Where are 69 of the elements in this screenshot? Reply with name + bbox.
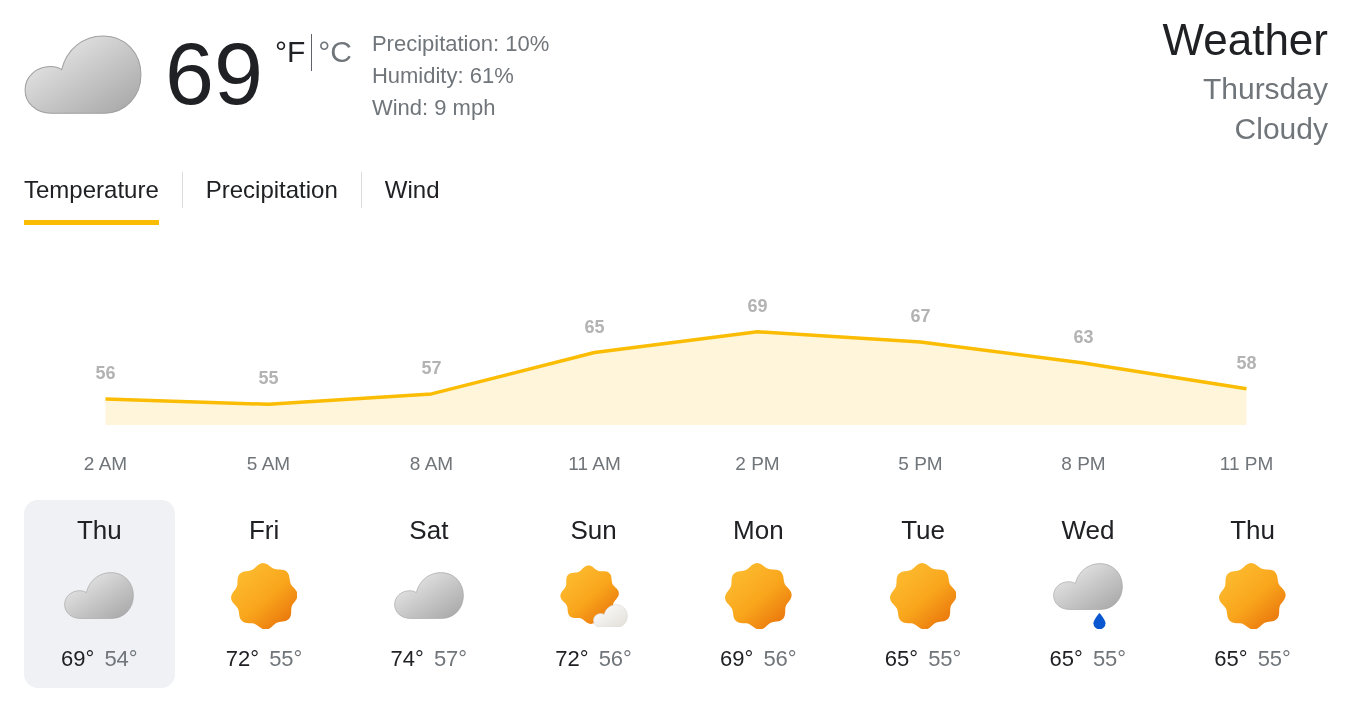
cloud-raindrop-icon [1052, 562, 1123, 630]
high-temp: 65° [1214, 645, 1248, 673]
time-label: 5 AM [246, 453, 291, 474]
unit-toggle[interactable]: °C [318, 34, 352, 70]
day-name: Sun [570, 514, 617, 546]
time-label: 8 PM [1061, 453, 1106, 474]
weather-detail: Wind: 9 mph [371, 94, 497, 122]
time-label: 2 AM [83, 453, 128, 474]
time-label: 8 AM [409, 453, 454, 474]
low-temp: 56° [598, 645, 632, 673]
time-label: 11 PM [1219, 453, 1274, 474]
value-label: 67 [910, 306, 931, 327]
day-name: Fri [248, 514, 280, 546]
day-name: Thu [1230, 514, 1276, 546]
day-name: Thu [76, 514, 122, 546]
day-name: Mon [733, 514, 784, 546]
day-card[interactable]: Thu 65° 55° [1177, 500, 1328, 688]
sun-icon [889, 562, 957, 630]
condition-label: Cloudy [1234, 111, 1328, 147]
sun-icon [725, 562, 792, 630]
low-temp: 57° [433, 645, 468, 673]
high-temp: 74° [390, 645, 424, 673]
value-label: 57 [421, 357, 442, 378]
low-temp: 55° [269, 645, 303, 673]
high-temp: 72° [555, 645, 589, 673]
value-label: 56 [95, 363, 116, 384]
day-name: Sat [409, 514, 449, 546]
day-card[interactable]: Sat 74° 57° [353, 500, 505, 688]
time-label: 5 PM [898, 453, 943, 474]
value-label: 58 [1236, 352, 1257, 373]
value-label: 63 [1073, 326, 1094, 347]
tab[interactable]: Precipitation [205, 174, 338, 225]
weather-detail: Precipitation: 10% [371, 30, 550, 58]
tab[interactable]: Temperature [24, 174, 159, 225]
unit-toggle[interactable]: °F [274, 34, 306, 70]
high-temp: 65° [884, 645, 919, 673]
high-temp: 65° [1049, 645, 1083, 673]
value-label: 55 [258, 368, 279, 389]
cloud-icon [64, 572, 135, 620]
time-label: 11 AM [568, 453, 621, 474]
time-label: 2 PM [735, 453, 780, 474]
high-temp: 72° [225, 645, 260, 673]
day-card[interactable]: Fri 72° 55° [188, 500, 340, 688]
low-temp: 55° [1092, 645, 1127, 673]
high-temp: 69° [61, 645, 95, 673]
value-label: 65 [584, 316, 605, 337]
day-label: Thursday [1202, 71, 1328, 107]
day-card[interactable]: Mon 69° 56° [683, 500, 834, 688]
widget-title: Weather [1162, 14, 1328, 66]
sun-icon [1219, 562, 1286, 630]
day-card[interactable]: Tue 65° 55° [847, 500, 999, 688]
value-label: 69 [747, 295, 768, 316]
day-name: Tue [901, 514, 946, 546]
low-temp: 55° [1257, 645, 1291, 673]
low-temp: 54° [104, 645, 138, 673]
low-temp: 56° [763, 645, 797, 673]
cloud-icon [24, 35, 142, 115]
low-temp: 55° [928, 645, 962, 673]
weather-detail: Humidity: 61% [371, 62, 515, 90]
cloud-icon [393, 572, 464, 620]
day-card[interactable]: Sun 72° 56° [518, 500, 669, 688]
sun-icon [230, 562, 298, 630]
temperature-value: 69 [165, 30, 263, 118]
tab[interactable]: Wind [384, 174, 440, 225]
sun-cloud-icon [559, 564, 628, 628]
day-card[interactable]: Thu 69° 54° [24, 500, 175, 688]
high-temp: 69° [720, 645, 754, 673]
day-name: Wed [1061, 514, 1115, 546]
day-card[interactable]: Wed 65° 55° [1012, 500, 1164, 688]
